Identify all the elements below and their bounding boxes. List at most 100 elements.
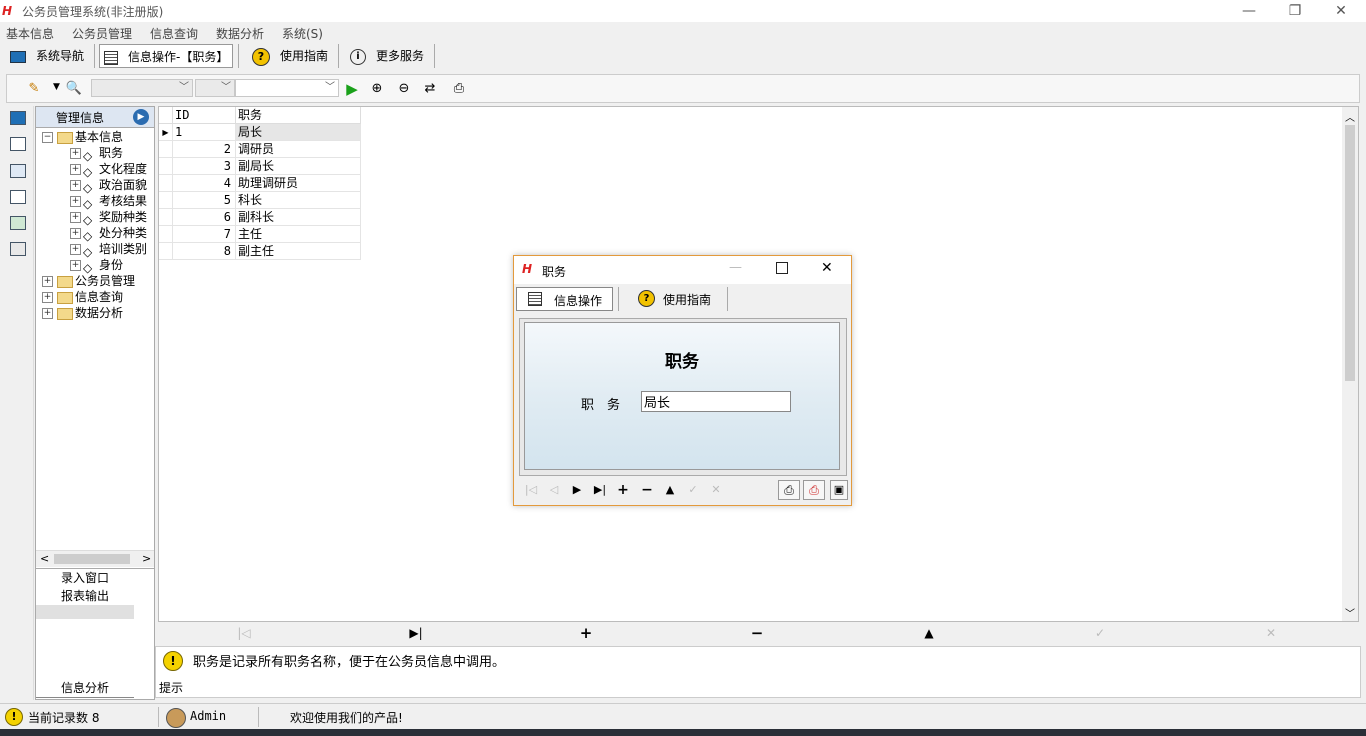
tree-horizontal-scrollbar[interactable]: < > [36, 550, 154, 567]
grid-cell-position[interactable]: 调研员 [236, 141, 361, 158]
scroll-up-icon[interactable]: ︿ [1345, 109, 1355, 124]
grid-vertical-scrollbar[interactable]: ︿ ﹀ [1342, 107, 1358, 621]
menu-basic-info[interactable]: 基本信息 [6, 25, 54, 42]
nav-info-operation-button[interactable]: 信息操作-【职务】 [99, 44, 233, 68]
expand-icon[interactable]: + [42, 276, 53, 287]
expand-icon[interactable]: + [70, 180, 81, 191]
grid-cell-position[interactable]: 副主任 [236, 243, 361, 260]
operator-combo[interactable]: ﹀ [195, 79, 235, 97]
monitor-icon[interactable] [10, 111, 26, 125]
delete-record-icon[interactable]: − [639, 482, 655, 498]
delete-record-icon[interactable]: − [749, 625, 765, 641]
menu-system[interactable]: 系统(S) [282, 25, 323, 42]
zoom-out-icon[interactable]: ⊖ [395, 80, 413, 98]
value-combo[interactable]: ﹀ [235, 79, 339, 97]
scrollbar-thumb[interactable] [1345, 125, 1355, 381]
tree-node-assessment[interactable]: + ◇ 考核结果 [70, 193, 147, 211]
dialog-maximize-button[interactable] [776, 262, 788, 274]
preview-icon[interactable]: ▣ [830, 480, 848, 500]
minimize-button[interactable]: — [1226, 0, 1272, 22]
column-header-id[interactable]: ID [173, 107, 236, 124]
expand-icon[interactable]: + [70, 244, 81, 255]
add-record-icon[interactable]: + [615, 482, 631, 498]
post-record-icon[interactable]: ✓ [685, 482, 701, 498]
last-record-icon[interactable]: ▶| [592, 482, 608, 498]
nav-more-services-button[interactable]: i 更多服务 [346, 44, 436, 68]
grid-cell-id[interactable]: 2 [173, 141, 236, 158]
tree-icon[interactable] [10, 137, 26, 151]
dialog-tab-guide[interactable]: ? 使用指南 [626, 287, 726, 311]
collapse-panel-icon[interactable]: ▶ [133, 109, 149, 125]
tree-node-punishment[interactable]: + ◇ 处分种类 [70, 225, 147, 243]
expand-icon[interactable]: + [70, 164, 81, 175]
print-icon[interactable]: ⎙ [450, 80, 468, 98]
expand-icon[interactable]: + [70, 196, 81, 207]
first-record-icon[interactable]: |◁ [523, 482, 539, 498]
grid-cell-position[interactable]: 科长 [236, 192, 361, 209]
pencil-icon[interactable]: ✎ [25, 80, 43, 98]
grid-cell-id[interactable]: 5 [173, 192, 236, 209]
grid-cell-id[interactable]: 3 [173, 158, 236, 175]
tree-node-analysis[interactable]: + 数据分析 [42, 305, 123, 321]
tree-node-position[interactable]: + ◇ 职务 [70, 145, 123, 163]
edit-record-icon[interactable]: ▲ [921, 625, 937, 641]
collapse-icon[interactable]: − [42, 132, 53, 143]
grid-cell-position[interactable]: 助理调研员 [236, 175, 361, 192]
expand-icon[interactable]: + [42, 292, 53, 303]
print-setup-icon[interactable]: ⎙ [803, 480, 825, 500]
tree-node-identity[interactable]: + ◇ 身份 [70, 257, 123, 275]
dialog-close-button[interactable]: ✕ [821, 260, 833, 276]
zoom-in-icon[interactable]: ⊕ [368, 80, 386, 98]
restore-button[interactable]: ❐ [1272, 0, 1318, 22]
column-header-position[interactable]: 职务 [236, 107, 361, 124]
tree-node-basic-info[interactable]: − 基本信息 [42, 129, 123, 145]
cancel-edit-icon[interactable]: ✕ [1263, 625, 1279, 641]
grid-cell-position[interactable]: 副局长 [236, 158, 361, 175]
tree-node-staff-management[interactable]: + 公务员管理 [42, 273, 135, 289]
run-icon[interactable]: ▶ [343, 80, 361, 98]
edit-record-icon[interactable]: ▲ [662, 482, 678, 498]
expand-icon[interactable]: + [70, 148, 81, 159]
chart-icon[interactable] [10, 216, 26, 230]
scroll-down-icon[interactable]: ﹀ [1345, 605, 1355, 620]
close-button[interactable]: ✕ [1318, 0, 1364, 22]
post-record-icon[interactable]: ✓ [1092, 625, 1108, 641]
grid-cell-position[interactable]: 主任 [236, 226, 361, 243]
nav-system-button[interactable]: 系统导航 [6, 44, 94, 68]
cancel-edit-icon[interactable]: ✕ [708, 482, 724, 498]
dialog-tab-info-operation[interactable]: 信息操作 [516, 287, 613, 311]
tree-node-education[interactable]: + ◇ 文化程度 [70, 161, 147, 179]
grid-cell-position[interactable]: 局长 [236, 124, 361, 141]
refresh-icon[interactable]: ⇄ [421, 80, 439, 98]
tree-node-political-status[interactable]: + ◇ 政治面貌 [70, 177, 147, 195]
tree-node-training[interactable]: + ◇ 培训类别 [70, 241, 147, 259]
grid-cell-id[interactable]: 4 [173, 175, 236, 192]
scroll-left-icon[interactable]: < [40, 552, 49, 565]
grid-cell-position[interactable]: 副科长 [236, 209, 361, 226]
field-combo[interactable]: ﹀ [91, 79, 193, 97]
report-icon[interactable] [10, 242, 26, 256]
add-record-icon[interactable]: + [578, 625, 594, 641]
expand-icon[interactable]: + [70, 212, 81, 223]
print-icon[interactable]: ⎙ [778, 480, 800, 500]
prev-record-icon[interactable]: ◁ [546, 482, 562, 498]
grid-cell-id[interactable]: 1 [173, 124, 236, 141]
grid-cell-id[interactable]: 7 [173, 226, 236, 243]
list-icon[interactable] [10, 164, 26, 178]
first-record-icon[interactable]: |◁ [236, 625, 252, 641]
grid-cell-id[interactable]: 6 [173, 209, 236, 226]
menu-analysis[interactable]: 数据分析 [216, 25, 264, 42]
entry-window-button[interactable]: 录入窗口 [36, 569, 134, 587]
scrollbar-thumb[interactable] [54, 554, 130, 564]
tree-node-reward[interactable]: + ◇ 奖励种类 [70, 209, 147, 227]
dialog-minimize-button[interactable]: — [729, 260, 742, 275]
search-preview-icon[interactable]: 🔍 [65, 80, 83, 98]
report-output-button[interactable]: 报表输出 [36, 587, 134, 605]
chevron-down-icon[interactable]: ▼ [53, 82, 60, 92]
menu-query[interactable]: 信息查询 [150, 25, 198, 42]
last-record-icon[interactable]: ▶| [408, 625, 424, 641]
position-input[interactable] [641, 391, 791, 412]
expand-icon[interactable]: + [70, 260, 81, 271]
info-analysis-button[interactable]: 信息分析 [36, 679, 134, 698]
next-record-icon[interactable]: ▶ [569, 482, 585, 498]
